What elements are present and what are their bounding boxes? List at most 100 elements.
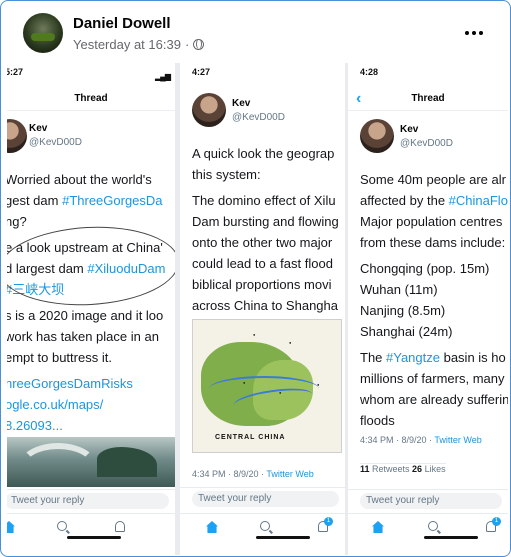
- hashtag-link[interactable]: #Yangtze: [386, 350, 440, 365]
- city-marker: ●: [279, 390, 282, 395]
- body-line: Dam bursting and flowing: [192, 214, 339, 229]
- nav-title: Thread: [411, 93, 445, 104]
- url-line[interactable]: hreeGorgesDamRisks: [7, 373, 175, 394]
- url-line[interactable]: 8.26093...: [7, 415, 175, 436]
- tweet-screenshot-3: 4:28 ‹ Thread Kev @KevD00D Some 40m peop…: [348, 63, 508, 555]
- body-line: affected by the #ChinaFlo: [360, 193, 508, 208]
- home-icon[interactable]: [372, 521, 384, 533]
- body-line: biblical proportions movi: [192, 277, 332, 292]
- post-image-collage[interactable]: 5:27 ▂▄▆ Thread Kev @KevD00D Worried abo…: [7, 63, 508, 555]
- thread-nav-bar: Thread: [7, 87, 175, 111]
- city-line: Nanjing (8.5m): [360, 303, 446, 318]
- body-line: could lead to a fast flood: [192, 256, 333, 271]
- body-line: s is a 2020 image and it loo: [7, 308, 164, 323]
- body-line: work has taken place in an: [7, 329, 159, 344]
- search-icon[interactable]: [428, 521, 438, 531]
- body-line: Some 40m people are alr: [360, 172, 506, 187]
- hashtag-link[interactable]: #ThreeGorgesDa: [62, 193, 162, 208]
- tweet-avatar[interactable]: [360, 119, 394, 153]
- tweet-user-handle: @KevD00D: [400, 138, 453, 149]
- body-line: Worried about the world's: [7, 172, 152, 187]
- reply-input[interactable]: Tweet your reply: [7, 493, 169, 509]
- tweet-timestamp: 4:34 PM · 8/9/20 · Twitter Web: [192, 469, 314, 479]
- body-line: across China to Shangha: [192, 298, 338, 313]
- reply-bar: Tweet your reply: [348, 489, 508, 511]
- tab-bar: [7, 513, 175, 543]
- home-indicator: [424, 536, 478, 539]
- tweet-user-handle: @KevD00D: [29, 137, 82, 148]
- map-label: CENTRAL CHINA: [215, 434, 286, 441]
- body-line: empt to buttress it.: [7, 350, 112, 365]
- tab-bar: 1: [348, 513, 508, 543]
- home-icon[interactable]: [206, 521, 218, 533]
- china-map-image[interactable]: ● ● ● ● ● CENTRAL CHINA: [192, 319, 342, 453]
- body-line: whom are already suffering: [360, 392, 508, 407]
- tweet-source-link[interactable]: Twitter Web: [434, 435, 481, 445]
- city-line: Shanghai (24m): [360, 324, 453, 339]
- body-line: onto the other two major: [192, 235, 333, 250]
- post-timestamp[interactable]: Yesterday at 16:39: [73, 37, 181, 52]
- reply-bar: Tweet your reply: [180, 487, 345, 509]
- city-line: Wuhan (11m): [360, 282, 438, 297]
- body-line: floods: [360, 413, 395, 428]
- city-marker: ●: [243, 380, 246, 385]
- search-icon[interactable]: [57, 521, 67, 531]
- back-chevron-icon[interactable]: ‹: [356, 87, 361, 111]
- city-marker: ●: [289, 340, 292, 345]
- tab-bar: 1: [180, 513, 345, 543]
- tweet-source-link[interactable]: Twitter Web: [266, 469, 313, 479]
- reply-input[interactable]: Tweet your reply: [360, 493, 502, 509]
- meta-separator: ·: [184, 37, 190, 52]
- body-line: The domino effect of Xilu: [192, 193, 336, 208]
- dam-photo[interactable]: [7, 437, 175, 487]
- city-marker: ●: [253, 332, 256, 337]
- hashtag-link[interactable]: #ChinaFlo: [449, 193, 508, 208]
- tweet-stats: 11 Retweets 26 Likes: [360, 463, 446, 474]
- home-icon[interactable]: [7, 521, 15, 533]
- more-dot-icon: [472, 31, 476, 35]
- more-dot-icon: [479, 31, 483, 35]
- home-indicator: [256, 536, 310, 539]
- status-time: 4:27: [192, 67, 211, 77]
- retweet-count[interactable]: 11: [360, 464, 370, 474]
- signal-icon: ▂▄▆: [155, 72, 171, 81]
- reply-input[interactable]: Tweet your reply: [192, 491, 339, 507]
- thread-nav-bar: ‹ Thread: [348, 87, 508, 111]
- more-dot-icon: [465, 31, 469, 35]
- body-line: The #Yangtze basin is ho: [360, 350, 506, 365]
- tweet-timestamp: 4:34 PM · 8/9/20 · Twitter Web: [360, 435, 482, 445]
- body-line: this system:: [192, 167, 261, 182]
- tweet-avatar[interactable]: [7, 119, 27, 153]
- city-line: Chongqing (pop. 15m): [360, 261, 490, 276]
- status-time: 5:27: [7, 67, 24, 77]
- tweet-screenshot-2: 4:27 Kev @KevD00D A quick look the geogr…: [180, 63, 345, 555]
- post-meta: Yesterday at 16:39 ·: [73, 37, 205, 52]
- body-line: A quick look the geograp: [192, 146, 335, 161]
- tweet-avatar[interactable]: [192, 93, 226, 127]
- more-options-button[interactable]: [457, 21, 491, 45]
- tweet-user-name: Kev: [232, 98, 251, 109]
- tweet-user-name: Kev: [29, 123, 48, 134]
- tweet-user-handle: @KevD00D: [232, 112, 285, 123]
- search-icon[interactable]: [260, 521, 270, 531]
- url-line[interactable]: ogle.co.uk/maps/: [7, 394, 175, 415]
- notification-badge: 1: [492, 517, 501, 526]
- post-header: Daniel Dowell Yesterday at 16:39 ·: [1, 1, 510, 61]
- body-line: from these dams include:: [360, 235, 506, 250]
- body-line: Major population centres: [360, 214, 503, 229]
- body-line: gest dam #ThreeGorgesDa: [7, 193, 163, 208]
- notifications-icon[interactable]: [115, 521, 125, 532]
- globe-icon: [193, 39, 205, 50]
- tweet-screenshot-1: 5:27 ▂▄▆ Thread Kev @KevD00D Worried abo…: [7, 63, 175, 555]
- home-indicator: [67, 536, 121, 539]
- author-avatar[interactable]: [23, 13, 63, 53]
- reply-bar: Tweet your reply: [7, 489, 175, 511]
- body-line: millions of farmers, many: [360, 371, 505, 386]
- status-time: 4:28: [360, 67, 379, 77]
- tweet-user-name: Kev: [400, 124, 419, 135]
- notification-badge: 1: [324, 517, 333, 526]
- nav-title: Thread: [74, 93, 108, 104]
- author-name[interactable]: Daniel Dowell: [73, 15, 171, 32]
- like-count[interactable]: 26: [412, 464, 422, 474]
- city-marker: ●: [317, 382, 320, 387]
